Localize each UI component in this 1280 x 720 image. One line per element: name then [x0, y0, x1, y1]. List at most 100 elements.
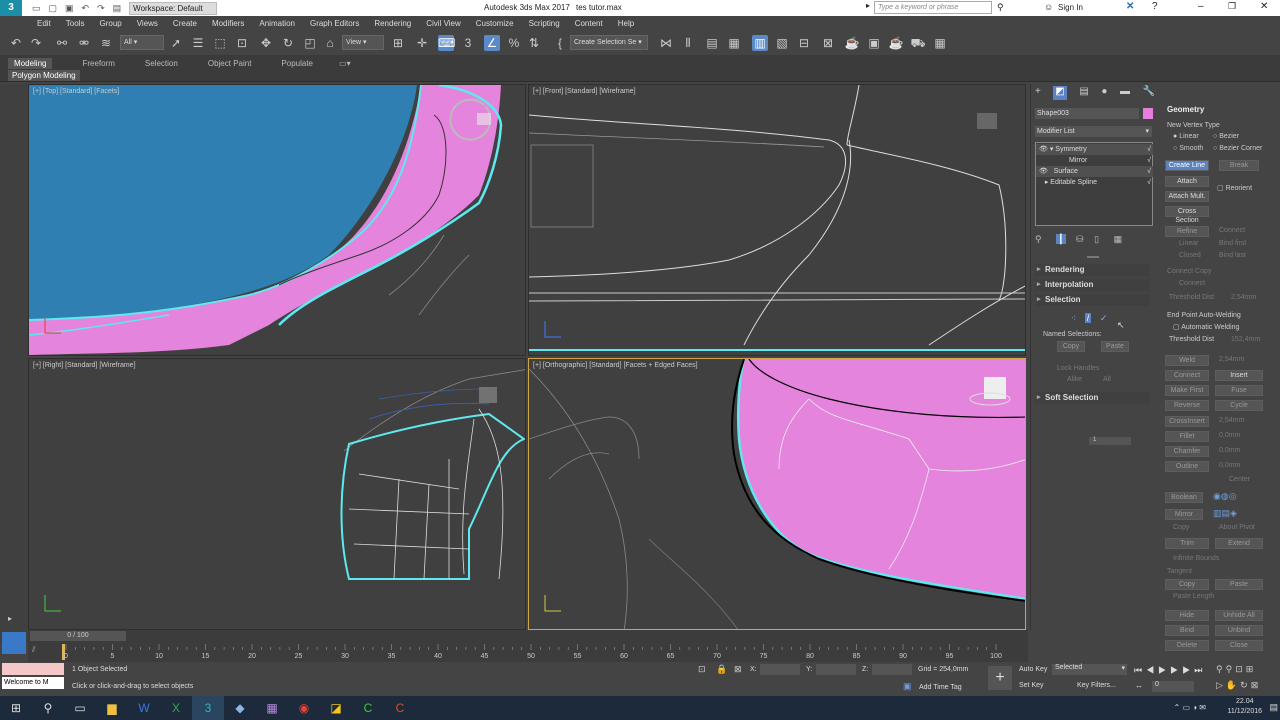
set-key-button[interactable]: Set Key — [1019, 682, 1044, 689]
menu-scripting[interactable]: Scripting — [529, 19, 560, 28]
paste-tangent-button[interactable]: Paste — [1215, 579, 1263, 590]
make-unique-icon[interactable]: ⛁ — [1076, 234, 1084, 244]
threshold-value-2[interactable]: 152,4mm — [1231, 336, 1260, 343]
outline-button[interactable]: Outline — [1165, 461, 1209, 472]
viewport-label-ortho[interactable]: [+] [Orthographic] [Standard] [Facets + … — [533, 362, 698, 369]
current-frame-field[interactable]: 0 — [1152, 681, 1194, 692]
rect-selection-icon[interactable]: ⬚ — [212, 35, 228, 51]
exchange-icon[interactable]: ✕ — [1126, 1, 1134, 12]
render-online-icon[interactable]: ▦ — [932, 35, 948, 51]
x-coordinate-field[interactable] — [760, 664, 800, 675]
tab-populate[interactable]: Populate — [281, 59, 313, 68]
edit-named-selection-icon[interactable]: { — [552, 35, 568, 51]
unlink-icon[interactable]: ⚮ — [76, 35, 92, 51]
expand-icon[interactable]: ▸ — [8, 614, 12, 623]
automatic-welding-checkbox[interactable]: ▢ Automatic Welding — [1173, 323, 1239, 331]
menu-tools[interactable]: Tools — [66, 19, 85, 28]
file-explorer-icon[interactable]: ▆ — [96, 696, 128, 720]
rollout-soft-selection[interactable]: Soft Selection — [1035, 392, 1149, 404]
fuse-button[interactable]: Fuse — [1215, 385, 1263, 396]
app-icon-1[interactable]: ◆ — [224, 696, 256, 720]
reverse-button[interactable]: Reverse — [1165, 400, 1209, 411]
connect-checkbox[interactable]: Connect — [1219, 227, 1245, 234]
viewport-label-front[interactable]: [+] [Front] [Standard] [Wireframe] — [533, 88, 636, 95]
3dsmax-icon[interactable]: 3 — [192, 696, 224, 720]
schematic-view-icon[interactable]: ⊟ — [796, 35, 812, 51]
mini-curve-editor-icon[interactable] — [2, 632, 26, 654]
y-coordinate-field[interactable] — [816, 664, 856, 675]
about-pivot-checkbox[interactable]: About Pivot — [1219, 524, 1255, 531]
key-mode-dropdown[interactable]: Selected ▾ — [1052, 664, 1127, 675]
fillet-button[interactable]: Fillet — [1165, 431, 1209, 442]
modify-tab-icon[interactable]: ◩ — [1053, 86, 1067, 100]
zoom-all-icon[interactable]: ⚲ — [1226, 664, 1236, 674]
configure-sets-icon[interactable]: ▦ — [1114, 234, 1123, 244]
display-tab-icon[interactable]: ▬ — [1120, 86, 1130, 100]
maxscript-listener[interactable] — [2, 663, 64, 675]
clock[interactable]: 22.04 11/12/2016 — [1227, 697, 1262, 717]
excel-icon[interactable]: X — [160, 696, 192, 720]
menu-customize[interactable]: Customize — [476, 19, 514, 28]
orbit-icon[interactable]: ↻ — [1240, 680, 1251, 690]
menu-graph-editors[interactable]: Graph Editors — [310, 19, 359, 28]
extend-button[interactable]: Extend — [1215, 538, 1263, 549]
undo-icon[interactable]: ↶ — [8, 35, 24, 51]
viewport-label-right[interactable]: [+] [Right] [Standard] [Wireframe] — [33, 362, 136, 369]
refine-button[interactable]: Refine — [1165, 226, 1209, 237]
undo-icon[interactable]: ↶ — [82, 3, 90, 14]
chrome-icon[interactable]: ◉ — [288, 696, 320, 720]
menu-create[interactable]: Create — [173, 19, 197, 28]
vertex-mode-icon[interactable]: ⁖ — [1071, 313, 1076, 323]
app-icon-5[interactable]: C — [384, 696, 416, 720]
alike-radio[interactable]: Alike — [1067, 376, 1082, 383]
bezier-corner-radio[interactable]: ○ Bezier Corner — [1213, 145, 1262, 152]
app-icon-4[interactable]: C — [352, 696, 384, 720]
mirror-ops-icon[interactable]: ▥▤◈ — [1213, 508, 1237, 519]
previous-frame-icon[interactable]: ◀ — [1146, 665, 1158, 675]
tab-freeform[interactable]: Freeform — [82, 59, 114, 68]
render-icon[interactable]: ☕ — [888, 35, 904, 51]
select-object-icon[interactable]: ➚ — [168, 35, 184, 51]
chamfer-button[interactable]: Chamfer — [1165, 446, 1209, 457]
zoom-icon[interactable]: ⚲ — [1216, 664, 1226, 674]
ruler-toggle-icon[interactable]: ⫽ — [32, 645, 36, 655]
boolean-button[interactable]: Boolean — [1165, 492, 1203, 503]
link-icon[interactable]: ⚯ — [54, 35, 70, 51]
search-icon[interactable]: ▸ — [866, 1, 874, 14]
pan-icon[interactable]: ✋ — [1226, 680, 1240, 690]
keyboard-shortcut-override-icon[interactable]: ⌨ — [438, 35, 455, 51]
menu-animation[interactable]: Animation — [259, 19, 295, 28]
scale-icon[interactable]: ◰ — [302, 35, 318, 51]
cross-section-button[interactable]: Cross Section — [1165, 206, 1209, 224]
restore-icon[interactable]: ❐ — [1228, 1, 1236, 12]
insert-button[interactable]: Insert — [1215, 370, 1263, 381]
key-filters-button[interactable]: Key Filters... — [1077, 682, 1116, 689]
task-view-icon[interactable]: ▭ — [64, 696, 96, 720]
material-editor-icon[interactable]: ⊠ — [820, 35, 836, 51]
make-first-button[interactable]: Make First — [1165, 385, 1209, 396]
pivot-center-icon[interactable]: ⊞ — [390, 35, 406, 51]
closed-checkbox[interactable]: Closed — [1179, 252, 1201, 259]
curve-editor-icon[interactable]: ▧ — [774, 35, 790, 51]
maximize-viewport-icon[interactable]: ⊠ — [1251, 680, 1262, 690]
reference-coord-dropdown[interactable]: View ▾ — [342, 35, 384, 50]
key-mode-icon[interactable]: ↔ — [1135, 681, 1143, 690]
start-icon[interactable]: ⊞ — [0, 696, 32, 720]
zoom-extents-all-icon[interactable]: ⊞ — [1246, 664, 1257, 674]
mirror-button[interactable]: Mirror — [1165, 509, 1203, 520]
bind-button[interactable]: Bind — [1165, 625, 1209, 636]
go-to-end-icon[interactable]: ⏭ — [1194, 665, 1206, 675]
align-icon[interactable]: ⫴ — [680, 35, 696, 51]
help-icon[interactable]: ? — [1152, 1, 1158, 12]
sign-in-link[interactable]: Sign In — [1058, 3, 1083, 12]
notification-icon[interactable]: ▤ — [1269, 702, 1278, 713]
user-icon[interactable]: ☺ — [1044, 2, 1053, 12]
remove-modifier-icon[interactable]: ▯ — [1094, 234, 1099, 244]
app-icon-3[interactable]: ◪ — [320, 696, 352, 720]
menu-content[interactable]: Content — [575, 19, 603, 28]
ribbon-options-icon[interactable]: ▭▾ — [339, 59, 351, 68]
selection-filter-dropdown[interactable]: All ▾ — [120, 35, 164, 50]
app-icon-2[interactable]: ▦ — [256, 696, 288, 720]
z-coordinate-field[interactable] — [872, 664, 912, 675]
absolute-mode-icon[interactable]: ⊠ — [734, 664, 742, 675]
